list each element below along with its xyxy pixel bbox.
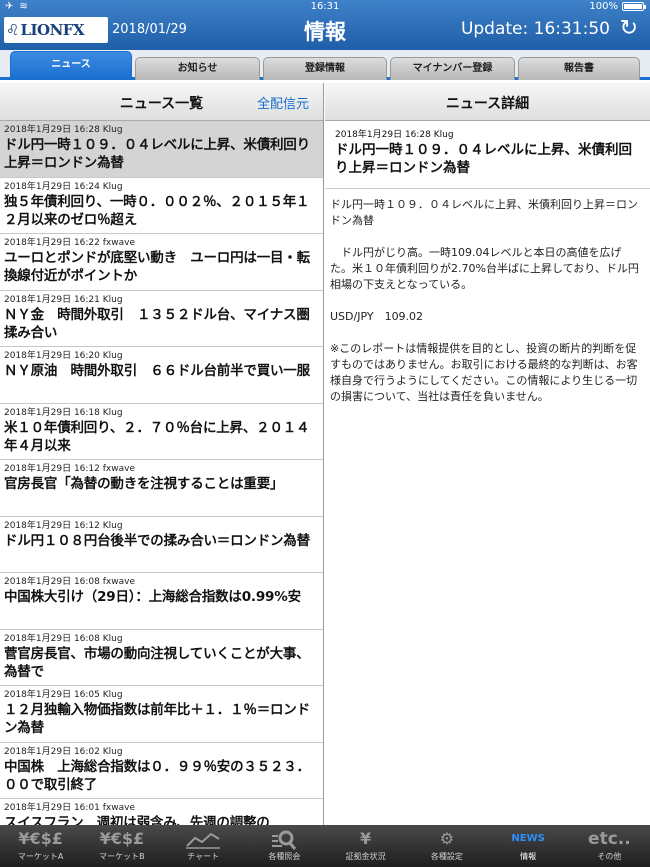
tab-mynumber[interactable]: マイナンバー登録 [390, 57, 515, 80]
tab-notices[interactable]: お知らせ [135, 57, 260, 80]
battery-percent: 100% [589, 1, 618, 12]
bottom-tab-margin[interactable]: ¥ 証拠金状況 [325, 825, 406, 867]
news-list-panel: ニュース一覧 全配信元 2018年1月29日 16:28 Klug ドル円一時１０… [0, 83, 324, 825]
detail-headline: ドル円一時１０９．０４レベルに上昇、米債利回り上昇＝ロンドン為替 [335, 142, 632, 176]
divider [325, 177, 650, 189]
news-item[interactable]: 2018年1月29日 16:18 Klug 米１０年債利回り、２．７０％台に上昇、… [0, 404, 323, 460]
status-bar: ✈ ≋ 16:31 100% [0, 0, 650, 14]
currency-icon: ¥€$£ [99, 829, 145, 848]
news-item[interactable]: 2018年1月29日 16:05 Klug １２月独輸入物価指数は前年比＋１．１％… [0, 686, 323, 743]
etc-icon: etc.. [588, 829, 631, 849]
update-time: Update: 16:31:50 [460, 19, 610, 39]
battery-icon [622, 2, 646, 11]
bottom-tab-other[interactable]: etc.. その他 [569, 825, 650, 867]
chart-icon [163, 825, 244, 851]
all-sources-button[interactable]: 全配信元 [257, 93, 309, 112]
news-list-header: ニュース一覧 全配信元 [0, 83, 323, 121]
news-detail-panel: ニュース詳細 2018年1月29日 16:28 Klug ドル円一時１０９．０４… [325, 83, 650, 825]
bottom-tab-inquiry[interactable]: 各種照会 [244, 825, 325, 867]
bottom-tab-bar: ¥€$£ マーケットA ¥€$£ マーケットB チャート 各種照会 ¥ 証拠金状況 ⚙… [0, 825, 650, 867]
detail-meta: 2018年1月29日 16:28 Klug [335, 130, 454, 140]
tab-reports[interactable]: 報告書 [518, 57, 640, 80]
bottom-tab-market-a[interactable]: ¥€$£ マーケットA [0, 825, 81, 867]
detail-disclaimer: ※このレポートは情報提供を目的とし、投資の断片的判断を促すものではありません。お… [330, 342, 638, 403]
news-item[interactable]: 2018年1月29日 16:28 Klug ドル円一時１０９．０４レベルに上昇、米… [0, 121, 323, 178]
news-icon: NEWS [511, 833, 545, 844]
news-item[interactable]: 2018年1月29日 16:12 Klug ドル円１０８円台後半での揉み合い＝ロン… [0, 517, 323, 573]
bottom-tab-settings[interactable]: ⚙ 各種設定 [406, 825, 487, 867]
news-item[interactable]: 2018年1月29日 16:01 fxwave スイスフラン 週初は弱含み、先週の… [0, 799, 323, 825]
yen-ledger-icon: ¥ [360, 829, 372, 848]
currency-icon: ¥€$£ [18, 829, 63, 848]
news-item[interactable]: 2018年1月29日 16:22 fxwave ユーロとポンドが底堅い動き ユーロ… [0, 234, 323, 291]
bottom-tab-chart[interactable]: チャート [163, 825, 244, 867]
detail-text: ドル円がじり高。一時109.04レベルと本日の高値を広げた。米１０年債利回りが2… [330, 246, 639, 291]
news-item[interactable]: 2018年1月29日 16:08 fxwave 中国株大引け（29日）：上海総合指… [0, 573, 323, 630]
refresh-icon[interactable]: ↻ [620, 16, 638, 41]
detail-quote: USD/JPY 109.02 [330, 310, 424, 323]
news-item[interactable]: 2018年1月29日 16:08 Klug 菅官房長官、市場の動向注視していくこと… [0, 630, 323, 686]
gear-icon: ⚙ [439, 829, 455, 848]
news-item[interactable]: 2018年1月29日 16:24 Klug 独５年債利回り、一時０．００２％、２０… [0, 178, 323, 234]
nav-header: ✈ ≋ 16:31 100% ♌ LIONFX 2018/01/29 情報 Up… [0, 0, 650, 50]
detail-body: ドル円一時１０９．０４レベルに上昇、米債利回り上昇＝ロンドン為替 ドル円がじり高… [325, 189, 650, 405]
tab-registration[interactable]: 登録情報 [263, 57, 387, 80]
news-detail-title: ニュース詳細 [445, 96, 530, 112]
status-time: 16:31 [310, 1, 340, 12]
news-item[interactable]: 2018年1月29日 16:12 fxwave 官房長官「為替の動きを注視すること… [0, 460, 323, 517]
news-item[interactable]: 2018年1月29日 16:20 Klug ＮＹ原油 時間外取引 ６６ドル台前半で… [0, 347, 323, 404]
news-detail-header: ニュース詳細 [325, 83, 650, 121]
news-item[interactable]: 2018年1月29日 16:02 Klug 中国株 上海総合指数は０．９９％安の３… [0, 743, 323, 799]
tab-news[interactable]: ニュース [10, 51, 132, 80]
news-list: 2018年1月29日 16:28 Klug ドル円一時１０９．０４レベルに上昇、米… [0, 121, 323, 825]
bottom-tab-market-b[interactable]: ¥€$£ マーケットB [81, 825, 162, 867]
detail-summary: ドル円一時１０９．０４レベルに上昇、米債利回り上昇＝ロンドン為替 [330, 198, 638, 227]
news-item[interactable]: 2018年1月29日 16:21 Klug ＮＹ金 時間外取引 １３５２ドル台、マ… [0, 291, 323, 347]
magnifier-icon [244, 825, 325, 851]
tab-bar: ニュース お知らせ 登録情報 マイナンバー登録 報告書 [0, 50, 650, 80]
bottom-tab-info[interactable]: NEWS 情報 [488, 825, 569, 867]
